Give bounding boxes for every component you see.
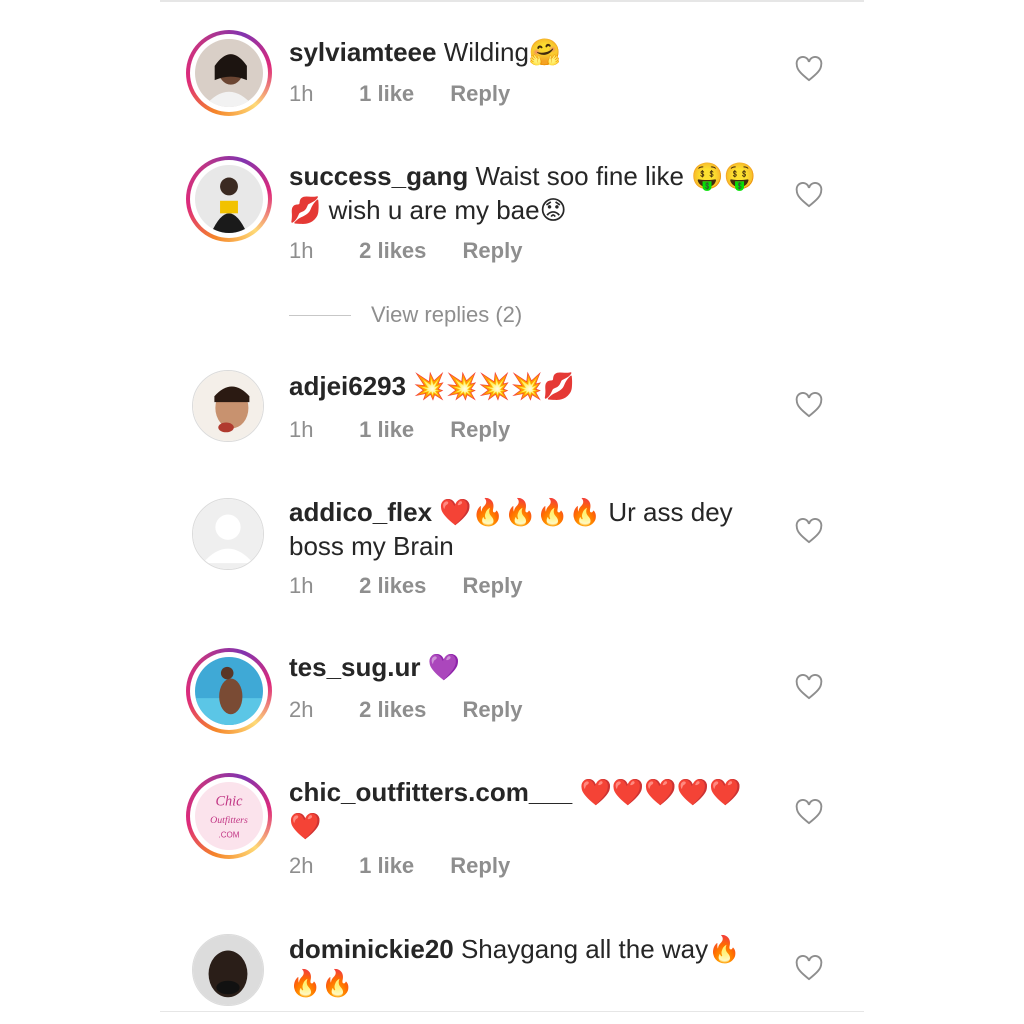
- comment-username[interactable]: addico_flex: [289, 497, 432, 527]
- top-divider: [160, 0, 864, 2]
- comment-username[interactable]: tes_sug.ur: [289, 652, 421, 682]
- comment-time: 2h: [289, 853, 314, 878]
- comment-likes[interactable]: 1 like: [359, 81, 414, 107]
- avatar[interactable]: Chic Outfitters .COM: [186, 773, 272, 859]
- comment-username[interactable]: adjei6293: [289, 371, 406, 401]
- comment-likes[interactable]: 1 like: [359, 853, 414, 879]
- comment-likes[interactable]: 2 likes: [359, 697, 426, 723]
- heart-outline-icon[interactable]: [795, 182, 823, 208]
- brand-logo: Chic Outfitters .COM: [195, 782, 263, 850]
- svg-text:Outfitters: Outfitters: [210, 815, 248, 826]
- comment-username[interactable]: dominickie20: [289, 934, 454, 964]
- avatar[interactable]: [186, 156, 272, 242]
- comment-text: sylviamteee Wilding🤗: [289, 35, 769, 69]
- comment-meta: 2h 1 like Reply: [289, 853, 510, 879]
- reply-button[interactable]: Reply: [450, 81, 510, 107]
- heart-outline-icon[interactable]: [795, 955, 823, 981]
- view-replies-line: [289, 315, 351, 316]
- bottom-divider: [160, 1011, 864, 1012]
- comments-screen: sylviamteee Wilding🤗 1h 1 like Reply suc…: [0, 0, 1024, 1024]
- avatar[interactable]: [186, 648, 272, 734]
- avatar[interactable]: [186, 30, 272, 116]
- svg-text:.COM: .COM: [218, 830, 239, 839]
- comment-likes[interactable]: 2 likes: [359, 573, 426, 599]
- comment-body: Wilding🤗: [443, 37, 562, 67]
- user-silhouette-icon: [193, 499, 263, 569]
- comment-time: 1h: [289, 417, 314, 442]
- comment-likes[interactable]: 1 like: [359, 417, 414, 443]
- comment-text: addico_flex ❤️🔥🔥🔥🔥 Ur ass dey boss my Br…: [289, 495, 769, 563]
- comment-meta: 1h 2 likes Reply: [289, 238, 522, 264]
- comment-username[interactable]: chic_outfitters.com___: [289, 777, 572, 807]
- heart-outline-icon[interactable]: [795, 518, 823, 544]
- reply-button[interactable]: Reply: [463, 238, 523, 264]
- comment-text: chic_outfitters.com___ ❤️❤️❤️❤️❤️❤️: [289, 775, 769, 843]
- comment-username[interactable]: sylviamteee: [289, 37, 436, 67]
- reply-button[interactable]: Reply: [463, 573, 523, 599]
- comment-username[interactable]: success_gang: [289, 161, 468, 191]
- reply-button[interactable]: Reply: [463, 697, 523, 723]
- comment-likes[interactable]: 2 likes: [359, 238, 426, 264]
- heart-outline-icon[interactable]: [795, 799, 823, 825]
- svg-text:Chic: Chic: [215, 793, 243, 809]
- reply-button[interactable]: Reply: [450, 853, 510, 879]
- comment-text: success_gang Waist soo fine like 🤑🤑💋 wis…: [289, 159, 769, 227]
- view-replies-label[interactable]: View replies (2): [371, 302, 522, 328]
- comment-meta: 1h 2 likes Reply: [289, 573, 522, 599]
- heart-outline-icon[interactable]: [795, 56, 823, 82]
- comment-time: 1h: [289, 81, 314, 106]
- comment-time: 1h: [289, 573, 314, 598]
- comment-meta: 1h 1 like Reply: [289, 417, 510, 443]
- reply-button[interactable]: Reply: [450, 417, 510, 443]
- comment-meta: 2h 2 likes Reply: [289, 697, 522, 723]
- avatar[interactable]: [192, 370, 264, 442]
- comment-body: 💜: [427, 652, 461, 682]
- avatar[interactable]: [192, 498, 264, 570]
- comment-time: 1h: [289, 238, 314, 263]
- comment-meta: 1h 1 like Reply: [289, 81, 510, 107]
- heart-outline-icon[interactable]: [795, 392, 823, 418]
- comment-text: adjei6293 💥💥💥💥💋: [289, 369, 769, 403]
- comment-text: tes_sug.ur 💜: [289, 650, 769, 684]
- comment-time: 2h: [289, 697, 314, 722]
- heart-outline-icon[interactable]: [795, 674, 823, 700]
- avatar[interactable]: [192, 934, 264, 1006]
- comment-text: dominickie20 Shaygang all the way🔥🔥🔥: [289, 932, 769, 1000]
- comment-body: 💥💥💥💥💋: [413, 371, 576, 401]
